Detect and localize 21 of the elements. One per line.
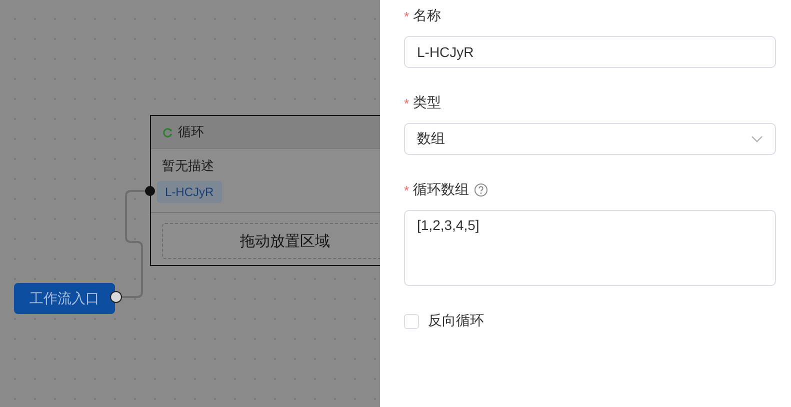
node-description: 暂无描述 xyxy=(162,157,214,175)
loop-node[interactable]: 循环 暂无描述 L-HCJyR 拖动放置区域 xyxy=(150,115,380,266)
field-label: 循环数组 xyxy=(413,181,470,199)
required-mark: * xyxy=(404,8,410,24)
array-field[interactable]: [1,2,3,4,5] xyxy=(404,210,776,286)
name-field[interactable]: L-HCJyR xyxy=(404,36,776,68)
type-select[interactable]: 数组 xyxy=(404,123,776,155)
checkbox-label: 反向循环 xyxy=(428,312,484,330)
input-handle[interactable] xyxy=(145,186,155,196)
checkbox[interactable] xyxy=(404,314,419,328)
required-mark: * xyxy=(404,96,410,110)
loop-icon xyxy=(162,126,173,138)
required-mark: * xyxy=(404,182,410,198)
field-label: 名称 xyxy=(413,7,442,25)
node-title: 循环 xyxy=(178,123,204,141)
field-label: 类型 xyxy=(413,94,442,112)
chevron-down-icon xyxy=(751,135,763,143)
help-icon[interactable] xyxy=(474,183,488,197)
output-handle[interactable] xyxy=(110,291,122,303)
entry-node[interactable]: 工作流入口 xyxy=(14,283,115,314)
variable-tag: L-HCJyR xyxy=(157,181,222,203)
